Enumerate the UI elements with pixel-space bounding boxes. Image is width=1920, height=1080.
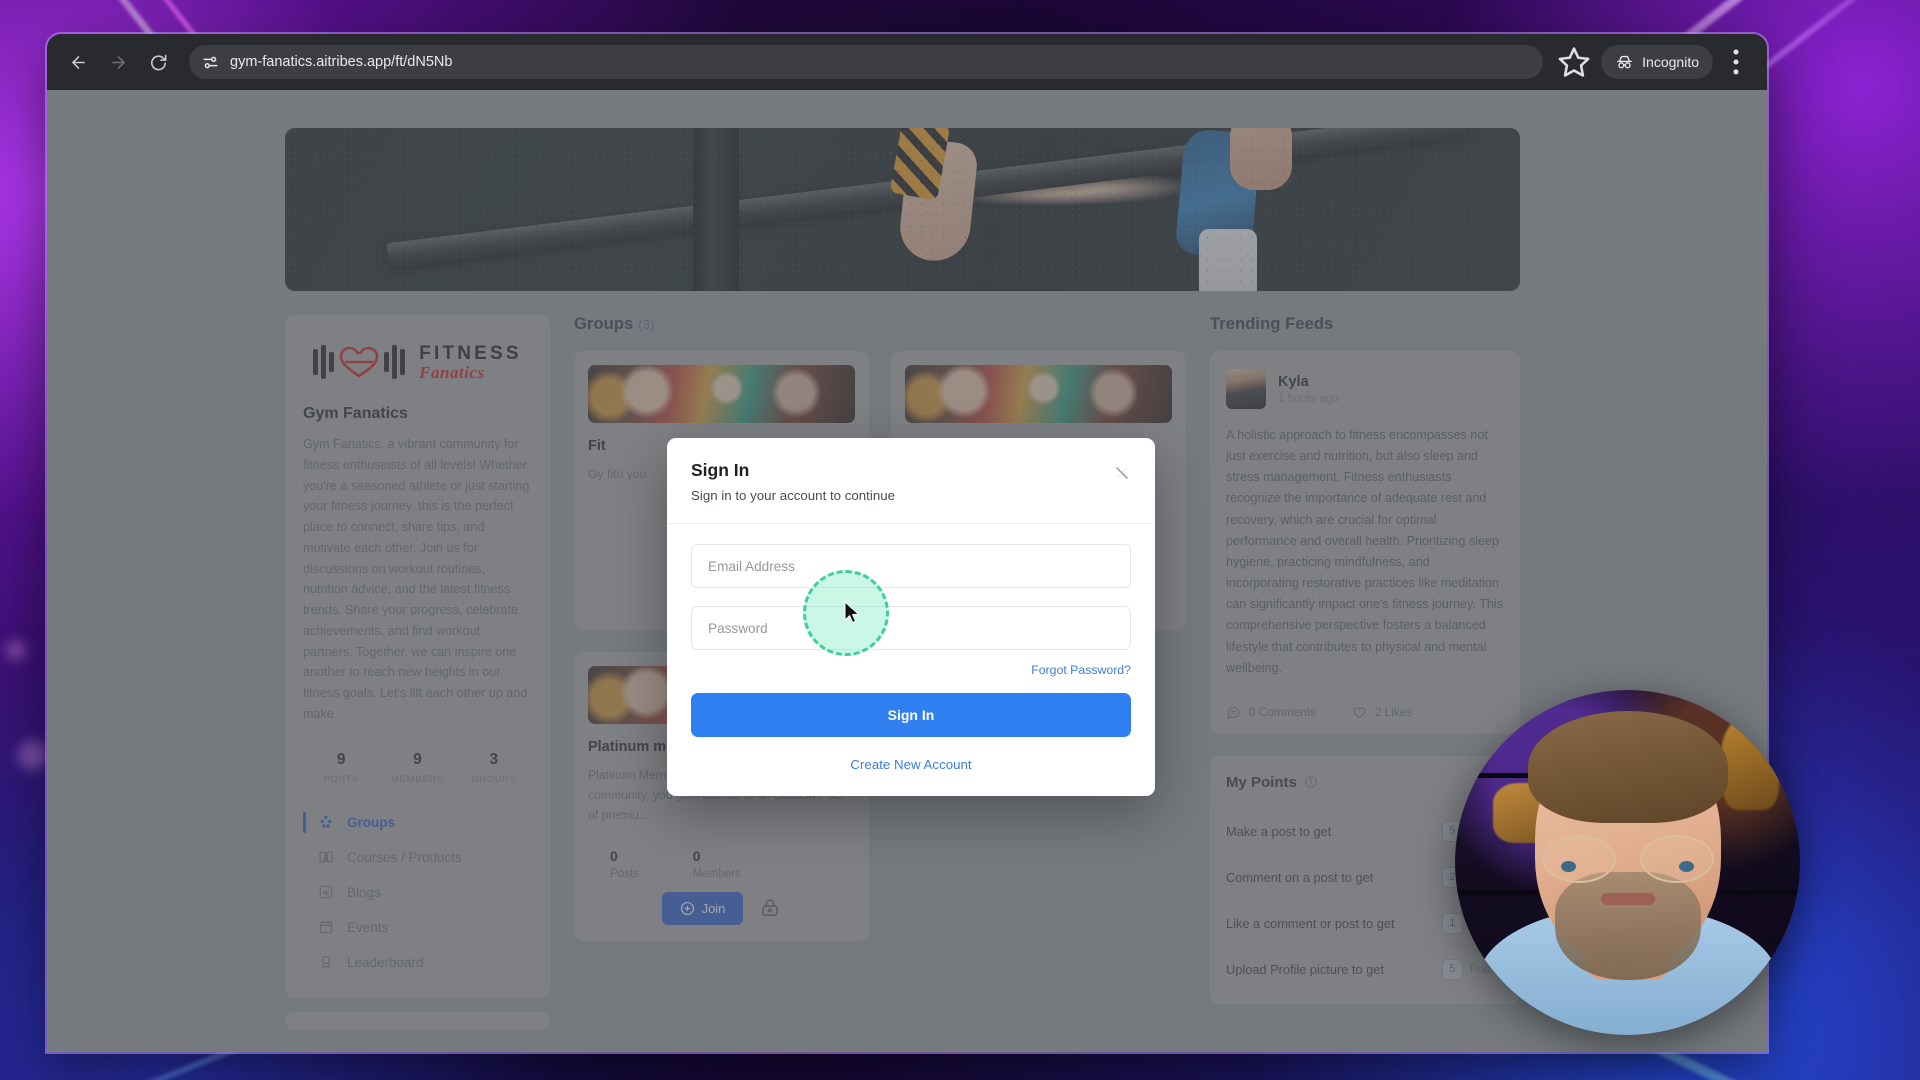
modal-title: Sign In	[691, 460, 750, 480]
forward-button[interactable]	[101, 45, 135, 79]
site-info-icon[interactable]	[201, 53, 220, 72]
modal-header: Sign In Sign in to your account to conti…	[667, 438, 1155, 524]
signin-submit-button[interactable]: Sign In	[691, 693, 1131, 737]
modal-subtitle: Sign in to your account to continue	[691, 488, 896, 503]
incognito-label: Incognito	[1642, 54, 1699, 70]
bokeh-dot	[6, 640, 26, 660]
bookmark-star-icon[interactable]	[1557, 45, 1591, 79]
bokeh-dot	[18, 740, 48, 770]
back-button[interactable]	[61, 45, 95, 79]
close-icon[interactable]	[1111, 462, 1133, 484]
address-bar[interactable]: gym-fanatics.aitribes.app/ft/dN5Nb	[189, 45, 1544, 79]
glasses-icon	[1541, 834, 1714, 885]
mouse-cursor	[844, 601, 860, 624]
chrome-menu-icon[interactable]	[1719, 45, 1753, 79]
url-text: gym-fanatics.aitribes.app/ft/dN5Nb	[230, 54, 453, 70]
desktop-background: gym-fanatics.aitribes.app/ft/dN5Nb Incog…	[0, 0, 1920, 1080]
password-input[interactable]	[691, 606, 1131, 650]
create-account-link[interactable]: Create New Account	[691, 757, 1131, 772]
webcam-overlay	[1455, 690, 1800, 1035]
browser-toolbar: gym-fanatics.aitribes.app/ft/dN5Nb Incog…	[47, 34, 1767, 90]
modal-body: Forgot Password? Sign In Create New Acco…	[667, 524, 1155, 796]
incognito-icon	[1617, 55, 1633, 68]
reload-button[interactable]	[141, 45, 175, 79]
forgot-password-link[interactable]: Forgot Password?	[691, 663, 1131, 677]
decor-statue	[1721, 717, 1780, 810]
signin-modal: Sign In Sign in to your account to conti…	[667, 438, 1155, 796]
incognito-indicator[interactable]: Incognito	[1601, 45, 1713, 79]
email-input[interactable]	[691, 544, 1131, 588]
